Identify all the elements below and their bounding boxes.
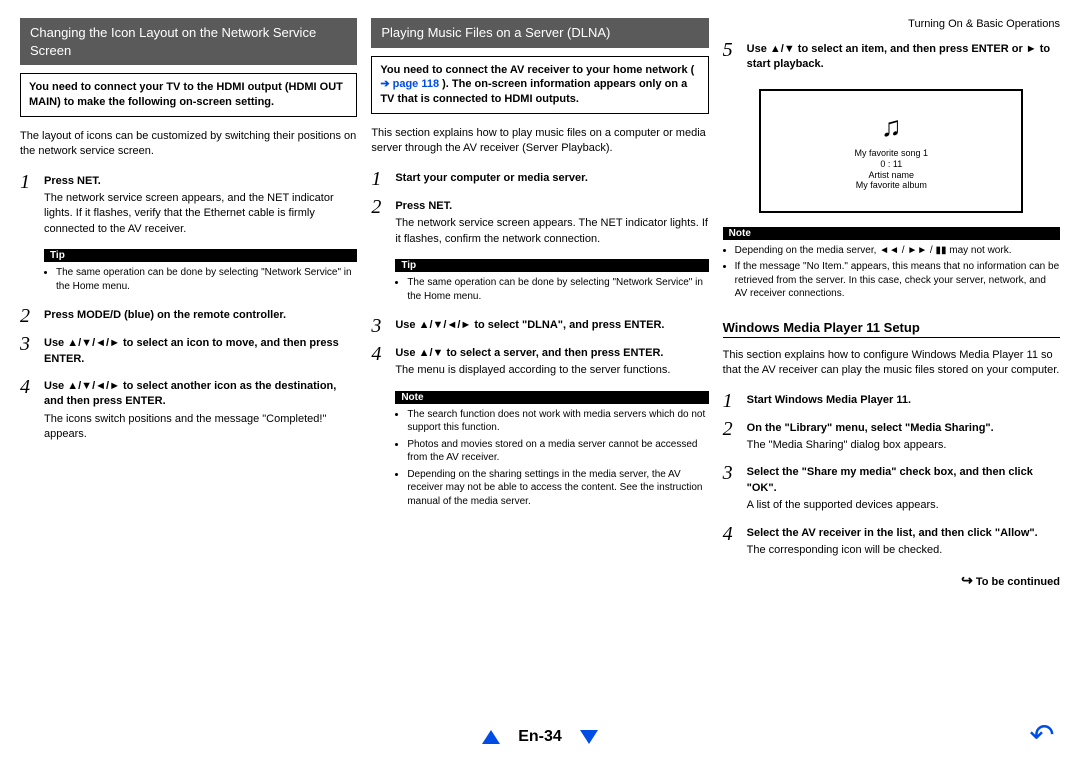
arrow-icon: ↪ <box>961 572 973 588</box>
infobox-pre: You need to connect the AV receiver to y… <box>380 64 694 76</box>
step-head: Start Windows Media Player 11. <box>747 393 1060 408</box>
wmp-step-2: 2 On the "Library" menu, select "Media S… <box>723 419 1060 456</box>
step-number: 3 <box>371 316 387 336</box>
page-footer: En-34 <box>0 728 1080 746</box>
step-head: Use ▲/▼/◄/► to select an icon to move, a… <box>44 336 357 367</box>
note-item: If the message "No Item." appears, this … <box>735 260 1060 301</box>
note-label: Note <box>723 227 1060 240</box>
step-body-text: The "Media Sharing" dialog box appears. <box>747 438 1060 453</box>
step-body-text: The corresponding icon will be checked. <box>747 543 1060 558</box>
section-title-dlna: Playing Music Files on a Server (DLNA) <box>371 18 708 48</box>
breadcrumb: Turning On & Basic Operations <box>723 18 1060 30</box>
step-head: Press NET. <box>395 199 708 214</box>
infobox-hdmi: You need to connect your TV to the HDMI … <box>20 73 357 117</box>
step-4: 4 Use ▲/▼/◄/► to select another icon as … <box>20 377 357 445</box>
tv-line3: Artist name <box>869 170 915 181</box>
tip-label: Tip <box>44 249 357 262</box>
step-head: Press NET. <box>44 174 357 189</box>
step-head: Use ▲/▼/◄/► to select "DLNA", and press … <box>395 318 708 333</box>
page-link-118[interactable]: ➔ page 118 <box>380 78 439 90</box>
step-head: Start your computer or media server. <box>395 171 708 186</box>
tip-list: The same operation can be done by select… <box>395 276 708 306</box>
section-intro-icon: The layout of icons can be customized by… <box>20 129 357 160</box>
back-arrow-icon[interactable]: ↶ <box>1026 718 1058 750</box>
tip-label: Tip <box>395 259 708 272</box>
note-list: Depending on the media server, ◄◄ / ►► /… <box>723 244 1060 304</box>
note-list: The search function does not work with m… <box>395 408 708 512</box>
step-number: 1 <box>371 169 387 189</box>
step-number: 2 <box>20 306 36 326</box>
step-number: 3 <box>723 463 739 515</box>
tip-item: The same operation can be done by select… <box>56 266 357 293</box>
step-head: Select the AV receiver in the list, and … <box>747 526 1060 541</box>
step-1: 1 Start your computer or media server. <box>371 169 708 189</box>
column-2: Playing Music Files on a Server (DLNA) Y… <box>371 18 708 589</box>
step-body-text: The network service screen appears, and … <box>44 191 357 237</box>
wmp-step-3: 3 Select the "Share my media" check box,… <box>723 463 1060 515</box>
step-1: 1 Press NET. The network service screen … <box>20 172 357 240</box>
tv-line2: 0 : 11 <box>880 159 902 170</box>
wmp-step-4: 4 Select the AV receiver in the list, an… <box>723 524 1060 561</box>
next-page-icon[interactable] <box>580 730 598 744</box>
step-head: Use ▲/▼ to select a server, and then pre… <box>395 346 708 361</box>
tip-item: The same operation can be done by select… <box>407 276 708 303</box>
step-head: Use ▲/▼ to select an item, and then pres… <box>747 42 1060 73</box>
to-be-continued: ↪ To be continued <box>723 572 1060 589</box>
music-icon: ♫ <box>881 110 902 144</box>
note-item: Photos and movies stored on a media serv… <box>407 438 708 465</box>
wmp-intro: This section explains how to configure W… <box>723 348 1060 379</box>
note-item: The search function does not work with m… <box>407 408 708 435</box>
step-number: 2 <box>723 419 739 456</box>
step-3: 3 Use ▲/▼/◄/► to select an icon to move,… <box>20 334 357 369</box>
step-head: Use ▲/▼/◄/► to select another icon as th… <box>44 379 357 410</box>
column-3: Turning On & Basic Operations 5 Use ▲/▼ … <box>723 18 1060 589</box>
step-3: 3 Use ▲/▼/◄/► to select "DLNA", and pres… <box>371 316 708 336</box>
step-body-text: The menu is displayed according to the s… <box>395 363 708 378</box>
step-2: 2 Press NET. The network service screen … <box>371 197 708 249</box>
prev-page-icon[interactable] <box>482 730 500 744</box>
step-body-text: The icons switch positions and the messa… <box>44 412 357 443</box>
step-number: 1 <box>20 172 36 240</box>
step-body-text: The network service screen appears. The … <box>395 216 708 247</box>
tv-line1: My favorite song 1 <box>855 148 929 159</box>
step-4: 4 Use ▲/▼ to select a server, and then p… <box>371 344 708 381</box>
note-item: Depending on the sharing settings in the… <box>407 468 708 509</box>
tv-preview: ♫ My favorite song 1 0 : 11 Artist name … <box>759 89 1023 213</box>
note-item: Depending on the media server, ◄◄ / ►► /… <box>735 244 1060 258</box>
step-5: 5 Use ▲/▼ to select an item, and then pr… <box>723 40 1060 75</box>
step-number: 5 <box>723 40 739 75</box>
section-intro-dlna: This section explains how to play music … <box>371 126 708 157</box>
wmp-heading: Windows Media Player 11 Setup <box>723 320 1060 338</box>
page-content: Changing the Icon Layout on the Network … <box>0 0 1080 589</box>
step-body-text: A list of the supported devices appears. <box>747 498 1060 513</box>
step-number: 1 <box>723 391 739 411</box>
step-number: 3 <box>20 334 36 369</box>
wmp-step-1: 1 Start Windows Media Player 11. <box>723 391 1060 411</box>
section-title-icon-layout: Changing the Icon Layout on the Network … <box>20 18 357 65</box>
tip-list: The same operation can be done by select… <box>44 266 357 296</box>
tbc-text: To be continued <box>976 576 1060 588</box>
step-number: 2 <box>371 197 387 249</box>
step-head: Press MODE/D (blue) on the remote contro… <box>44 308 357 323</box>
infobox-network: You need to connect the AV receiver to y… <box>371 56 708 115</box>
step-number: 4 <box>20 377 36 445</box>
step-head: Select the "Share my media" check box, a… <box>747 465 1060 496</box>
tv-line4: My favorite album <box>856 180 927 191</box>
step-2: 2 Press MODE/D (blue) on the remote cont… <box>20 306 357 326</box>
column-1: Changing the Icon Layout on the Network … <box>20 18 357 589</box>
page-number: En-34 <box>518 728 562 745</box>
step-head: On the "Library" menu, select "Media Sha… <box>747 421 1060 436</box>
step-number: 4 <box>371 344 387 381</box>
step-number: 4 <box>723 524 739 561</box>
note-label: Note <box>395 391 708 404</box>
